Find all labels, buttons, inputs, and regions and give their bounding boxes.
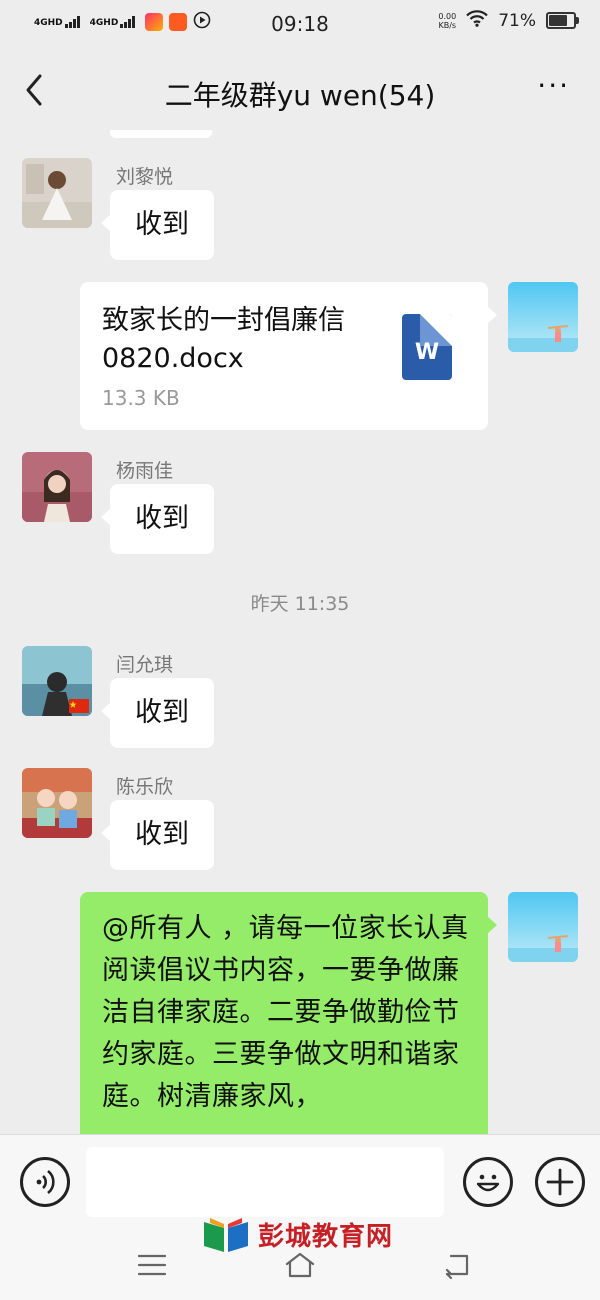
emoji-button[interactable]: [463, 1157, 513, 1207]
network-speed-unit: KB/s: [438, 20, 457, 30]
system-nav-bar: 彭城教育网: [0, 1218, 600, 1300]
more-button[interactable]: ···: [537, 72, 570, 100]
file-icon-letter: W: [414, 340, 440, 365]
message-input[interactable]: [86, 1147, 444, 1217]
file-name: 致家长的一封倡廉信 0820.docx: [102, 305, 345, 374]
message-list[interactable]: 刘黎悦 收到 致家长的一封倡廉信 0820.docx 13.3 KB W 杨雨佳…: [0, 126, 600, 1134]
message-bubble[interactable]: 收到: [101, 800, 214, 870]
sender-name: 杨雨佳: [116, 460, 174, 482]
sender-name: 陈乐欣: [116, 776, 174, 798]
message-bubble[interactable]: 收到: [101, 190, 214, 260]
watermark-text: 彭城教育网: [258, 1221, 394, 1252]
word-doc-icon: W: [402, 314, 452, 380]
menu-nav-button[interactable]: [135, 1250, 169, 1280]
home-nav-button[interactable]: [283, 1250, 317, 1280]
network-speed: 0.00 KB/s: [438, 12, 456, 30]
back-nav-icon: [445, 1254, 469, 1280]
message-bubble[interactable]: 收到: [101, 484, 214, 554]
battery-icon: [546, 12, 579, 29]
home-icon: [285, 1252, 315, 1278]
plus-icon: [546, 1168, 574, 1196]
previous-message-bubble: [110, 130, 212, 138]
china-flag-icon: [69, 699, 89, 713]
file-size: 13.3 KB: [102, 386, 180, 410]
file-message[interactable]: 致家长的一封倡廉信 0820.docx 13.3 KB W: [80, 282, 497, 430]
status-bar: 4GHD 4GHD 09:18 0.00 KB/s 71%: [0, 0, 600, 46]
time-divider: 昨天 11:35: [250, 593, 350, 615]
voice-button[interactable]: [20, 1157, 70, 1207]
battery-percent: 71%: [498, 10, 536, 31]
avatar[interactable]: [22, 452, 92, 522]
my-avatar[interactable]: [508, 282, 578, 352]
battery-fill: [549, 15, 568, 26]
avatar[interactable]: [22, 646, 92, 716]
network-speed-value: 0.00: [438, 11, 457, 21]
sender-name: 刘黎悦: [116, 166, 174, 188]
chat-title: 二年级群yu wen(54): [164, 79, 436, 112]
message-bubble[interactable]: 收到: [101, 678, 214, 748]
my-message-bubble[interactable]: @所有人 ，请每一位家长认真阅读倡议书内容，一要争做廉洁自律家庭。二要争做勤俭节…: [80, 892, 497, 1134]
avatar[interactable]: [22, 158, 92, 228]
my-avatar[interactable]: [508, 892, 578, 962]
more-icon: ···: [537, 69, 570, 102]
back-nav-button[interactable]: [441, 1250, 475, 1280]
more-functions-button[interactable]: [535, 1157, 585, 1207]
wifi-icon: [466, 10, 488, 31]
emoji-icon: [476, 1174, 500, 1192]
menu-icon: [137, 1254, 167, 1276]
watermark-logo-icon: [204, 1218, 248, 1252]
avatar[interactable]: [22, 768, 92, 838]
voice-icon: [36, 1169, 55, 1195]
status-right: 0.00 KB/s 71%: [438, 10, 579, 31]
chat-header: 二年级群yu wen(54) ···: [0, 56, 600, 126]
sender-name: 闫允琪: [116, 654, 174, 676]
